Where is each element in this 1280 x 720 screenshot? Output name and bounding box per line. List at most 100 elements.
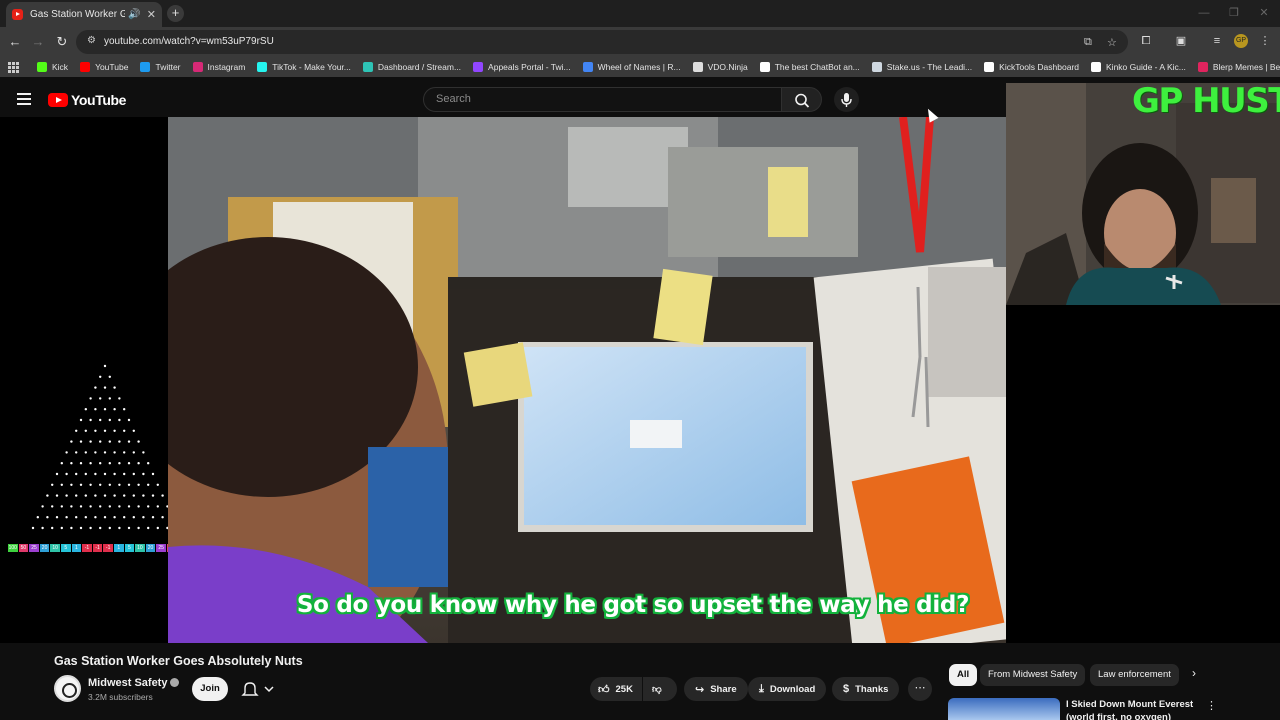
bookmark-label: Kick <box>52 62 69 72</box>
search-button[interactable] <box>781 87 822 112</box>
extensions-icon[interactable]: ⧠ <box>1139 34 1153 48</box>
pyramid-dot <box>147 462 150 465</box>
bookmark-label: Dashboard / Stream... <box>377 62 462 72</box>
pyramid-dot <box>142 472 145 476</box>
bookmark-item[interactable]: Appeals Portal - Twi... <box>473 62 571 72</box>
pyramid-dot <box>55 516 59 519</box>
pyramid-dot <box>89 505 92 508</box>
dislike-button[interactable]: 👎︎ <box>643 677 677 701</box>
forward-arrow-icon[interactable]: → <box>30 34 46 50</box>
thanks-button[interactable]: $ Thanks <box>832 677 900 701</box>
voice-search-button[interactable] <box>834 87 859 112</box>
back-arrow-icon[interactable]: ← <box>7 34 23 50</box>
thumbs-down-icon: 👎︎ <box>652 684 662 695</box>
more-actions-button[interactable]: ⋯ <box>908 677 932 701</box>
video-player[interactable] <box>168 117 1006 643</box>
share-button[interactable]: ↪ Share <box>684 677 748 701</box>
chip-from-channel[interactable]: From Midwest Safety <box>980 664 1086 686</box>
chip-law-enforcement[interactable]: Law enforcement <box>1090 664 1179 686</box>
pyramid-dot <box>123 408 126 411</box>
url-text[interactable]: youtube.com/watch?v=wm53uP79rSU <box>104 36 274 47</box>
omnibox[interactable]: ⚙ youtube.com/watch?v=wm53uP79rSU ⧉ ☆ <box>76 30 1128 54</box>
profile-avatar[interactable]: GP <box>1234 34 1248 48</box>
channel-avatar[interactable] <box>54 675 81 702</box>
video-caption: So do you know why he got so upset the w… <box>296 592 970 618</box>
apps-grid-icon[interactable] <box>8 61 19 73</box>
download-button[interactable]: ⤓ Download <box>748 677 827 701</box>
browser-menu-icon[interactable]: ⋮ <box>1258 34 1272 48</box>
pyramid-dot <box>151 494 155 497</box>
site-info-icon[interactable]: ⚙ <box>87 35 96 46</box>
bookmark-item[interactable]: YouTube <box>80 62 128 72</box>
bookmark-item[interactable]: Twitter <box>140 62 181 72</box>
bookmark-item[interactable]: Wheel of Names | R... <box>582 62 681 72</box>
reading-list-icon[interactable]: ≡ <box>1210 34 1224 48</box>
pyramid-dot <box>46 516 49 519</box>
pyramid-dot <box>108 462 112 465</box>
new-tab-button[interactable]: + <box>167 5 184 22</box>
bookmark-item[interactable]: KickTools Dashboard <box>984 62 1079 72</box>
recommended-more-icon[interactable]: ⋮ <box>1206 699 1217 712</box>
bookmark-favicon-icon <box>984 62 995 72</box>
channel-name[interactable]: Midwest Safety <box>88 677 180 689</box>
recommended-video-thumbnail[interactable] <box>948 698 1060 720</box>
multiplier-cell: 50 <box>18 544 29 552</box>
chips-next-arrow-icon[interactable]: › <box>1192 666 1196 680</box>
bookmark-item[interactable]: Blerp Memes | Best... <box>1197 62 1280 72</box>
bookmark-item[interactable]: Kick <box>37 62 68 72</box>
bookmark-label: YouTube <box>95 62 129 72</box>
pyramid-dot <box>132 472 135 476</box>
multiplier-cell: 25 <box>156 544 166 552</box>
notification-bell-button[interactable] <box>236 677 282 701</box>
pyramid-dot <box>147 483 150 486</box>
pyramid-dot <box>103 408 107 411</box>
bookmark-label: TikTok - Make Your... <box>272 62 351 72</box>
join-button[interactable]: Join <box>192 677 228 701</box>
pyramid-dot <box>31 526 35 530</box>
pyramid-dot <box>123 494 126 497</box>
bookmark-item[interactable]: Stake.us - The Leadi... <box>871 62 972 72</box>
search-input[interactable] <box>436 93 766 105</box>
pyramid-dot <box>156 483 159 486</box>
maximize-button[interactable]: ❐ <box>1218 0 1250 27</box>
close-window-button[interactable]: ✕ <box>1248 0 1280 27</box>
pyramid-dot <box>142 451 145 454</box>
chip-all[interactable]: All <box>949 664 978 686</box>
reload-icon[interactable]: ↻ <box>54 34 70 50</box>
bookmark-item[interactable]: Kinko Guide - A Kic... <box>1091 62 1186 72</box>
bookmark-favicon-icon <box>37 62 47 72</box>
pyramid-dot <box>79 526 83 530</box>
bookmark-favicon-icon <box>692 62 703 72</box>
search-box[interactable] <box>423 87 782 112</box>
bookmark-item[interactable]: The best ChatBot an... <box>759 62 860 72</box>
hamburger-menu-icon[interactable] <box>17 93 31 105</box>
close-tab-icon[interactable]: ✕ <box>147 8 156 21</box>
bookmark-item[interactable]: VDO.Ninja <box>692 62 748 72</box>
bookmark-item[interactable]: Instagram <box>192 62 245 72</box>
pyramid-dot <box>156 505 159 508</box>
browser-tab[interactable]: Gas Station Worker Goes Ab 🔊 ✕ <box>6 2 162 27</box>
speaker-icon[interactable]: 🔊 <box>128 9 140 20</box>
media-control-icon[interactable]: ▣ <box>1174 34 1188 48</box>
pyramid-dot <box>132 494 135 497</box>
channel-name-text[interactable]: Midwest Safety <box>88 677 167 689</box>
pyramid-dot <box>70 483 73 486</box>
minimize-button[interactable]: — <box>1188 0 1220 27</box>
pyramid-dot <box>79 418 83 422</box>
pyramid-dot <box>103 494 107 497</box>
youtube-logo[interactable]: YouTube <box>48 92 126 108</box>
bookmark-item[interactable]: Dashboard / Stream... <box>362 62 462 72</box>
multiplier-cell: -1 <box>92 544 103 552</box>
pyramid-dot <box>108 375 112 378</box>
bookmark-item[interactable]: TikTok - Make Your... <box>257 62 351 72</box>
pyramid-dot <box>55 472 59 476</box>
bookmark-star-icon[interactable]: ☆ <box>1107 36 1117 49</box>
recommended-video-title[interactable]: I Skied Down Mount Everest (world first,… <box>1066 698 1196 720</box>
install-app-icon[interactable]: ⧉ <box>1084 36 1092 49</box>
pyramid-dot <box>127 462 131 465</box>
pyramid-dot <box>94 386 97 389</box>
pyramid-dot <box>156 526 159 530</box>
pyramid-dot <box>118 418 121 422</box>
like-button[interactable]: 👍︎ 25K <box>590 677 642 701</box>
pyramid-dot <box>89 397 92 400</box>
